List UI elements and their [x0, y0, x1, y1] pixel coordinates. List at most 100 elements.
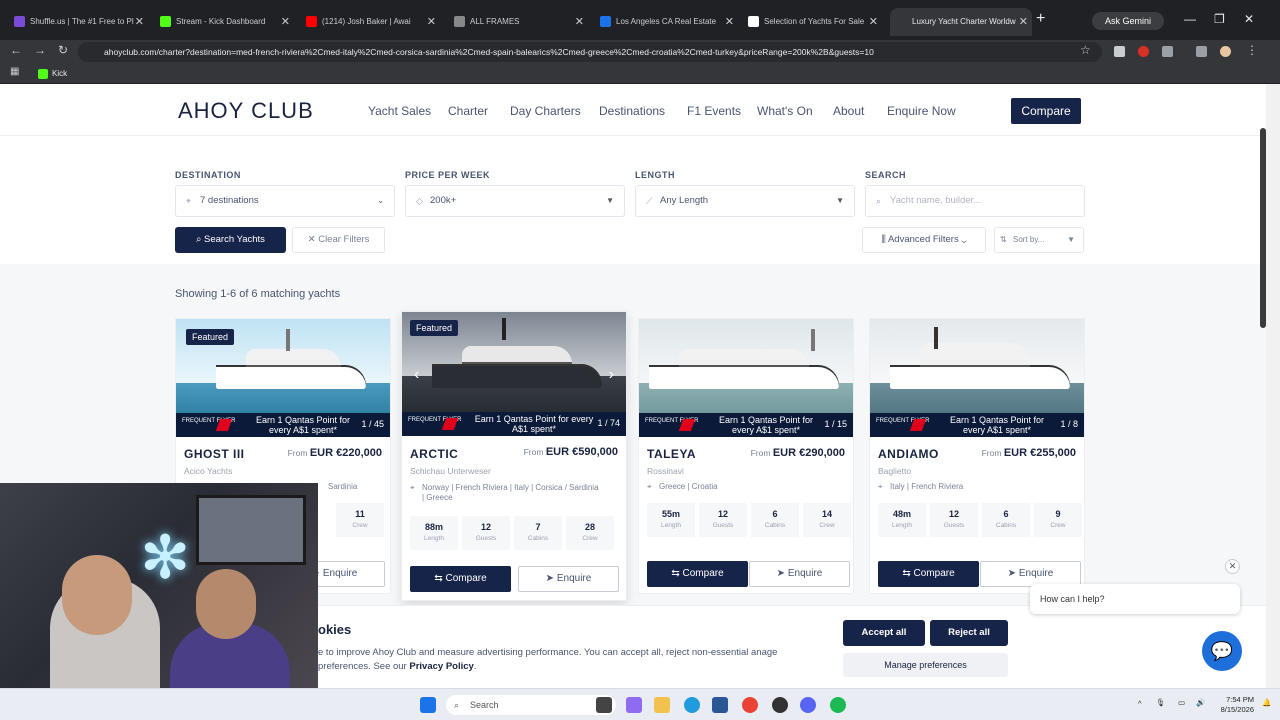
ask-gemini-button[interactable]: Ask Gemini [1092, 12, 1164, 30]
close-tab-icon[interactable]: ✕ [427, 8, 436, 36]
manage-preferences-button[interactable]: Manage preferences [843, 653, 1008, 677]
scrollbar-track[interactable] [1266, 84, 1280, 688]
prev-image-icon[interactable]: ‹ [414, 366, 419, 384]
bookmark-star-icon[interactable]: ☆ [1080, 43, 1091, 57]
yacht-image[interactable]: FREQUENT FLYER Earn 1 Qantas Point for ev… [870, 319, 1084, 437]
file-explorer-icon[interactable] [654, 697, 670, 713]
yacht-card[interactable]: FREQUENT FLYER Earn 1 Qantas Point for ev… [638, 318, 854, 594]
nav-f1-events[interactable]: F1 Events [687, 104, 741, 118]
chat-close-icon[interactable]: ✕ [1225, 559, 1240, 574]
bookmark-kick[interactable]: Kick [38, 67, 67, 81]
site-header: AHOY CLUB Yacht Sales Charter Day Charte… [0, 84, 1266, 136]
search-input[interactable]: ⌕ Yacht name, builder... [865, 185, 1085, 217]
url-field[interactable]: ahoyclub.com/charter?destination=med-fre… [78, 42, 1102, 62]
yacht-name[interactable]: GHOST III [184, 447, 245, 461]
extension-icon[interactable] [1138, 46, 1149, 57]
nav-whats-on[interactable]: What's On [757, 104, 813, 118]
price-select[interactable]: ◇ 200k+ ▼ [405, 185, 625, 217]
forward-icon[interactable]: → [34, 43, 46, 57]
network-icon[interactable]: ▭ [1178, 698, 1185, 708]
scrollbar-thumb[interactable] [1260, 128, 1266, 328]
compare-button[interactable]: ⇆ Compare [878, 561, 979, 587]
nav-day-charters[interactable]: Day Charters [510, 104, 581, 118]
spotify-icon[interactable] [830, 697, 846, 713]
browser-tab-bar: Shuffle.us | The #1 Free to Pl ✕ Stream -… [0, 0, 1280, 40]
advanced-filters-button[interactable]: ⫼ Advanced Filters ⌄ [862, 227, 986, 253]
clock[interactable]: 7:54 PM 8/15/2026 [1214, 695, 1254, 715]
browser-tab[interactable]: Shuffle.us | The #1 Free to Pl ✕ [8, 8, 148, 36]
nav-charter[interactable]: Charter [448, 104, 488, 118]
maximize-icon[interactable]: ❐ [1214, 12, 1225, 26]
browser-tab[interactable]: ALL FRAMES ✕ [448, 8, 588, 36]
task-view-icon[interactable] [596, 697, 612, 713]
browser-tab[interactable]: Selection of Yachts For Sale ✕ [742, 8, 882, 36]
profile-avatar[interactable] [1220, 46, 1231, 57]
yacht-card[interactable]: FREQUENT FLYER Earn 1 Qantas Point for ev… [869, 318, 1085, 594]
enquire-button[interactable]: ➤ Enquire [518, 566, 619, 592]
edge-icon[interactable] [684, 697, 700, 713]
length-select[interactable]: ⟋ Any Length ▼ [635, 185, 855, 217]
next-image-icon[interactable]: › [609, 366, 614, 384]
extensions-puzzle-icon[interactable] [1162, 46, 1173, 57]
compare-button[interactable]: ⇆ Compare [410, 566, 511, 592]
copilot-icon[interactable] [626, 697, 642, 713]
nav-enquire-now[interactable]: Enquire Now [887, 104, 956, 118]
browser-tab[interactable]: (1214) Josh Baker | Awai ✕ [300, 8, 440, 36]
tray-chevron-icon[interactable]: ^ [1138, 699, 1142, 709]
chrome-icon[interactable] [742, 697, 758, 713]
compare-button[interactable]: ⇆ Compare [647, 561, 748, 587]
yacht-name[interactable]: ARCTIC [410, 447, 458, 461]
extension-icon[interactable] [1114, 46, 1125, 57]
menu-kebab-icon[interactable]: ⋮ [1246, 43, 1258, 57]
sidebar-icon[interactable] [1196, 46, 1207, 57]
sort-select[interactable]: Sort by... ▼ ⇅ [994, 227, 1084, 253]
chat-prompt[interactable]: How can I help? [1030, 584, 1240, 614]
privacy-policy-link[interactable]: Privacy Policy [409, 661, 473, 672]
reject-all-button[interactable]: Reject all [930, 620, 1008, 646]
nav-about[interactable]: About [833, 104, 864, 118]
accept-all-button[interactable]: Accept all [843, 620, 925, 646]
windows-start-icon[interactable] [420, 697, 436, 713]
apps-grid-icon[interactable]: ▦ [10, 66, 19, 77]
chat-launcher-icon[interactable]: 💬 [1202, 631, 1242, 671]
yacht-image[interactable]: FREQUENT FLYER Earn 1 Qantas Point for ev… [639, 319, 853, 437]
close-tab-icon[interactable]: ✕ [1019, 8, 1028, 36]
yacht-name[interactable]: TALEYA [647, 447, 696, 461]
close-tab-icon[interactable]: ✕ [725, 8, 734, 36]
close-tab-icon[interactable]: ✕ [575, 8, 584, 36]
browser-tab[interactable]: Los Angeles CA Real Estate ✕ [594, 8, 738, 36]
close-tab-icon[interactable]: ✕ [281, 8, 290, 36]
mic-icon[interactable]: 🎙 [1156, 698, 1166, 708]
logo[interactable]: AHOY CLUB [178, 98, 314, 124]
nav-yacht-sales[interactable]: Yacht Sales [368, 104, 431, 118]
close-tab-icon[interactable]: ✕ [135, 8, 144, 36]
enquire-label: Enquire [556, 573, 592, 584]
nav-destinations[interactable]: Destinations [599, 104, 665, 118]
clear-filters-button[interactable]: ✕ Clear Filters [292, 227, 385, 253]
compare-label: Compare [682, 568, 724, 579]
minimize-icon[interactable]: — [1184, 12, 1196, 26]
app-icon[interactable] [772, 697, 788, 713]
search-yachts-button[interactable]: ⌕ Search Yachts [175, 227, 286, 253]
results-count: Showing 1-6 of 6 matching yachts [175, 288, 341, 300]
back-icon[interactable]: ← [10, 43, 22, 57]
enquire-button[interactable]: ➤ Enquire [749, 561, 850, 587]
yacht-image[interactable]: Featured FREQUENT FLYER Earn 1 Qantas Poi… [176, 319, 390, 437]
new-tab-icon[interactable]: + [1036, 10, 1045, 28]
price-value: EUR €220,000 [309, 447, 382, 459]
close-tab-icon[interactable]: ✕ [869, 8, 878, 36]
yacht-image[interactable]: Featured ‹ › FREQUENT FLYER Earn 1 Qantas… [402, 312, 626, 436]
destination-select[interactable]: ⌖ 7 destinations ⌄ [175, 185, 395, 217]
taskbar-search[interactable]: ⌕ Search [446, 695, 616, 715]
volume-icon[interactable]: 🔊 [1196, 698, 1205, 708]
store-icon[interactable] [712, 697, 728, 713]
notification-icon[interactable]: 🔔 [1262, 698, 1271, 708]
browser-tab-active[interactable]: Luxury Yacht Charter Worldw ✕ [890, 8, 1032, 36]
discord-icon[interactable] [800, 697, 816, 713]
close-window-icon[interactable]: ✕ [1244, 12, 1254, 26]
yacht-name[interactable]: ANDIAMO [878, 447, 939, 461]
reload-icon[interactable]: ↻ [58, 43, 68, 57]
yacht-card[interactable]: Featured ‹ › FREQUENT FLYER Earn 1 Qantas… [401, 311, 627, 601]
header-compare-button[interactable]: Compare [1011, 98, 1081, 124]
browser-tab[interactable]: Stream - Kick Dashboard ✕ [154, 8, 294, 36]
